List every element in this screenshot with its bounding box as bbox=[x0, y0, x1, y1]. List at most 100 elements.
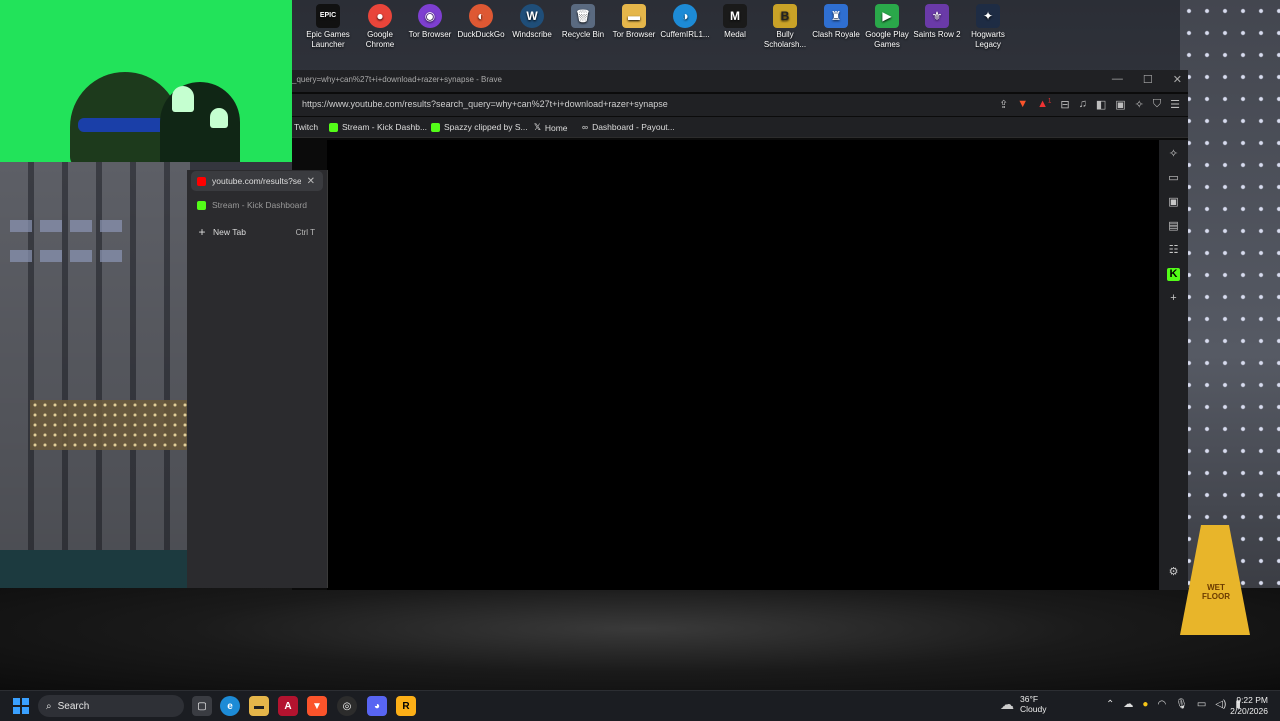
bookmark-label: Home bbox=[544, 122, 568, 133]
desktop-icon-google-play-games[interactable]: ▶ Google Play Games bbox=[861, 4, 913, 50]
edge-icon[interactable]: e bbox=[220, 696, 240, 716]
share-icon[interactable]: ⇪ bbox=[999, 98, 1008, 111]
tab-title: youtube.com/results?search_query=why bbox=[212, 176, 301, 186]
close-button[interactable]: ✕ bbox=[1173, 73, 1182, 86]
wifi-icon[interactable]: ◠ bbox=[1157, 699, 1166, 710]
x-icon: 𝕏 bbox=[534, 122, 541, 132]
epic-games-icon: EPIC bbox=[316, 4, 340, 28]
taskbar-search[interactable]: ⌕ Search bbox=[38, 695, 184, 717]
wallet-icon[interactable]: ▣ bbox=[1115, 98, 1125, 111]
search-icon: ⌕ bbox=[46, 700, 52, 712]
bookmark-label: Spazzy clipped by S... bbox=[444, 122, 528, 132]
title-bar: _query=why+can%27t+i+download+razer+syna… bbox=[292, 70, 1188, 92]
tab-kick-dashboard[interactable]: Stream - Kick Dashboard bbox=[191, 195, 323, 215]
affinity-icon[interactable]: A bbox=[278, 696, 298, 716]
desktop-icon-saints-row-2[interactable]: ⚜ Saints Row 2 bbox=[911, 4, 963, 40]
wallpaper-building-left bbox=[0, 160, 190, 590]
url-text[interactable]: https://www.youtube.com/results?search_q… bbox=[302, 99, 668, 109]
brave-icon[interactable]: ▼ bbox=[307, 696, 327, 716]
bookmark-label: Twitch bbox=[294, 122, 319, 132]
menu-icon[interactable]: ☰ bbox=[1170, 98, 1180, 111]
wallpaper-building-right bbox=[1180, 0, 1280, 590]
weather-widget[interactable]: ☁ 36°F Cloudy bbox=[1000, 694, 1046, 714]
maximize-button[interactable]: ☐ bbox=[1143, 73, 1153, 86]
close-tab-icon[interactable]: ✕ bbox=[307, 176, 315, 187]
desktop-icon-medal[interactable]: M Medal bbox=[709, 4, 761, 40]
chevron-up-icon[interactable]: ⌃ bbox=[1106, 699, 1114, 710]
desktop-icon-cuffemirl[interactable]: ◑ CuffemIRL1... bbox=[659, 4, 711, 40]
window-title: _query=why+can%27t+i+download+razer+syna… bbox=[292, 75, 502, 84]
bookmark-spazzy-clipped[interactable]: Spazzy clipped by S... bbox=[431, 122, 528, 132]
network-icon[interactable]: ▭ bbox=[1197, 699, 1206, 710]
recycle-bin-icon: 🗑 bbox=[571, 4, 595, 28]
tab-youtube[interactable]: youtube.com/results?search_query=why ✕ bbox=[191, 171, 323, 191]
page-content[interactable] bbox=[327, 140, 1159, 590]
bookmark-twitch[interactable]: Twitch bbox=[294, 122, 318, 132]
wallet-icon[interactable]: ▣ bbox=[1167, 196, 1180, 209]
bookmark-kick-dashboard[interactable]: Stream - Kick Dashb... bbox=[329, 122, 427, 132]
bookmark-dashboard-payout[interactable]: ∞ Dashboard - Payout... bbox=[582, 122, 675, 132]
desktop-icon-tor-browser[interactable]: ◉ Tor Browser bbox=[404, 4, 456, 40]
volume-icon[interactable]: ◁) bbox=[1215, 699, 1226, 710]
sidebar-toggle-icon[interactable]: ◧ bbox=[1096, 98, 1106, 111]
media-player-icon[interactable]: ▭ bbox=[1167, 172, 1180, 185]
tab-search-icon[interactable]: ⊟ bbox=[1060, 98, 1069, 111]
add-panel-icon[interactable]: + bbox=[1167, 292, 1180, 305]
bookmark-label: Stream - Kick Dashb... bbox=[342, 122, 428, 132]
clock[interactable]: 9:22 PM 2/20/2026 bbox=[1230, 695, 1268, 717]
rockstar-launcher-icon[interactable]: R bbox=[396, 696, 416, 716]
desktop-icon-hogwarts-legacy[interactable]: ✦ Hogwarts Legacy bbox=[962, 4, 1014, 50]
vertical-tabs-panel: youtube.com/results?search_query=why ✕ S… bbox=[187, 170, 328, 588]
rewards-badge: 1 bbox=[1048, 98, 1052, 105]
new-tab-label: New Tab bbox=[213, 227, 246, 237]
desktop-icon-windscribe[interactable]: W Windscribe bbox=[506, 4, 558, 40]
bookmark-x-home[interactable]: 𝕏 Home bbox=[534, 122, 568, 133]
brave-shields-icon[interactable]: ▼ bbox=[1017, 98, 1028, 111]
address-bar[interactable]: https://www.youtube.com/results?search_q… bbox=[292, 94, 1188, 116]
minimize-button[interactable]: — bbox=[1112, 73, 1123, 86]
new-tab-button[interactable]: + New Tab Ctrl T bbox=[191, 222, 323, 242]
reading-list-icon[interactable]: ☷ bbox=[1167, 244, 1180, 257]
norton-icon[interactable]: ● bbox=[1142, 699, 1148, 710]
sidebar-rail: ✧ ▭ ▣ ▤ ☷ K + ⚙ bbox=[1159, 140, 1188, 590]
desktop-icon-bully[interactable]: B Bully Scholarsh... bbox=[759, 4, 811, 50]
brave-browser-window: _query=why+can%27t+i+download+razer+syna… bbox=[292, 70, 1188, 590]
desktop-icon-epic-games[interactable]: EPIC Epic Games Launcher bbox=[302, 4, 354, 50]
task-view-icon[interactable]: ▢ bbox=[192, 696, 212, 716]
desktop-icon-duckduckgo[interactable]: ◐ DuckDuckGo bbox=[455, 4, 507, 40]
brave-rewards-icon[interactable]: ▲1 bbox=[1037, 98, 1051, 111]
saints-row-icon: ⚜ bbox=[925, 4, 949, 28]
medal-icon: M bbox=[723, 4, 747, 28]
plus-icon: + bbox=[198, 225, 206, 239]
microphone-icon[interactable]: 🎙 bbox=[1175, 699, 1188, 710]
kick-icon bbox=[329, 122, 338, 132]
desktop-icon-clash-royale[interactable]: ♜ Clash Royale bbox=[810, 4, 862, 40]
new-tab-shortcut: Ctrl T bbox=[295, 227, 315, 237]
system-tray: ⌃ ☁ ● ◠ 🎙 ▭ ◁) ▮ bbox=[1106, 699, 1241, 710]
settings-icon[interactable]: ⚙ bbox=[1167, 566, 1180, 579]
onedrive-icon[interactable]: ☁ bbox=[1123, 699, 1133, 710]
start-button[interactable] bbox=[13, 698, 29, 714]
hogwarts-icon: ✦ bbox=[976, 4, 1000, 28]
discord-icon[interactable]: ◕ bbox=[367, 696, 387, 716]
bookmarks-bar: Twitch Stream - Kick Dashb... Spazzy cli… bbox=[292, 117, 1188, 138]
media-icon[interactable]: ♫ bbox=[1079, 98, 1087, 111]
file-explorer-icon[interactable]: ▬ bbox=[249, 696, 269, 716]
bully-icon: B bbox=[773, 4, 797, 28]
bookmarks-icon[interactable]: ▤ bbox=[1167, 220, 1180, 233]
edge-icon: ◑ bbox=[673, 4, 697, 28]
kick-icon bbox=[197, 200, 206, 210]
vpn-icon[interactable]: ⛉ bbox=[1153, 98, 1161, 111]
cloud-icon: ☁ bbox=[1000, 696, 1014, 712]
leo-icon[interactable]: ✧ bbox=[1167, 148, 1180, 161]
leo-ai-icon[interactable]: ✧ bbox=[1135, 98, 1144, 111]
desktop-icon-chrome[interactable]: ● Google Chrome bbox=[354, 4, 406, 50]
desktop-icon-recycle-bin[interactable]: 🗑 Recycle Bin bbox=[557, 4, 609, 40]
weather-temp: 36°F bbox=[1020, 694, 1039, 704]
windscribe-icon: W bbox=[520, 4, 544, 28]
clock-date: 2/20/2026 bbox=[1230, 706, 1268, 716]
clash-royale-icon: ♜ bbox=[824, 4, 848, 28]
obs-icon[interactable]: ◎ bbox=[337, 696, 357, 716]
desktop-icon-tor-folder[interactable]: ▬ Tor Browser bbox=[608, 4, 660, 40]
kick-icon[interactable]: K bbox=[1167, 268, 1180, 281]
